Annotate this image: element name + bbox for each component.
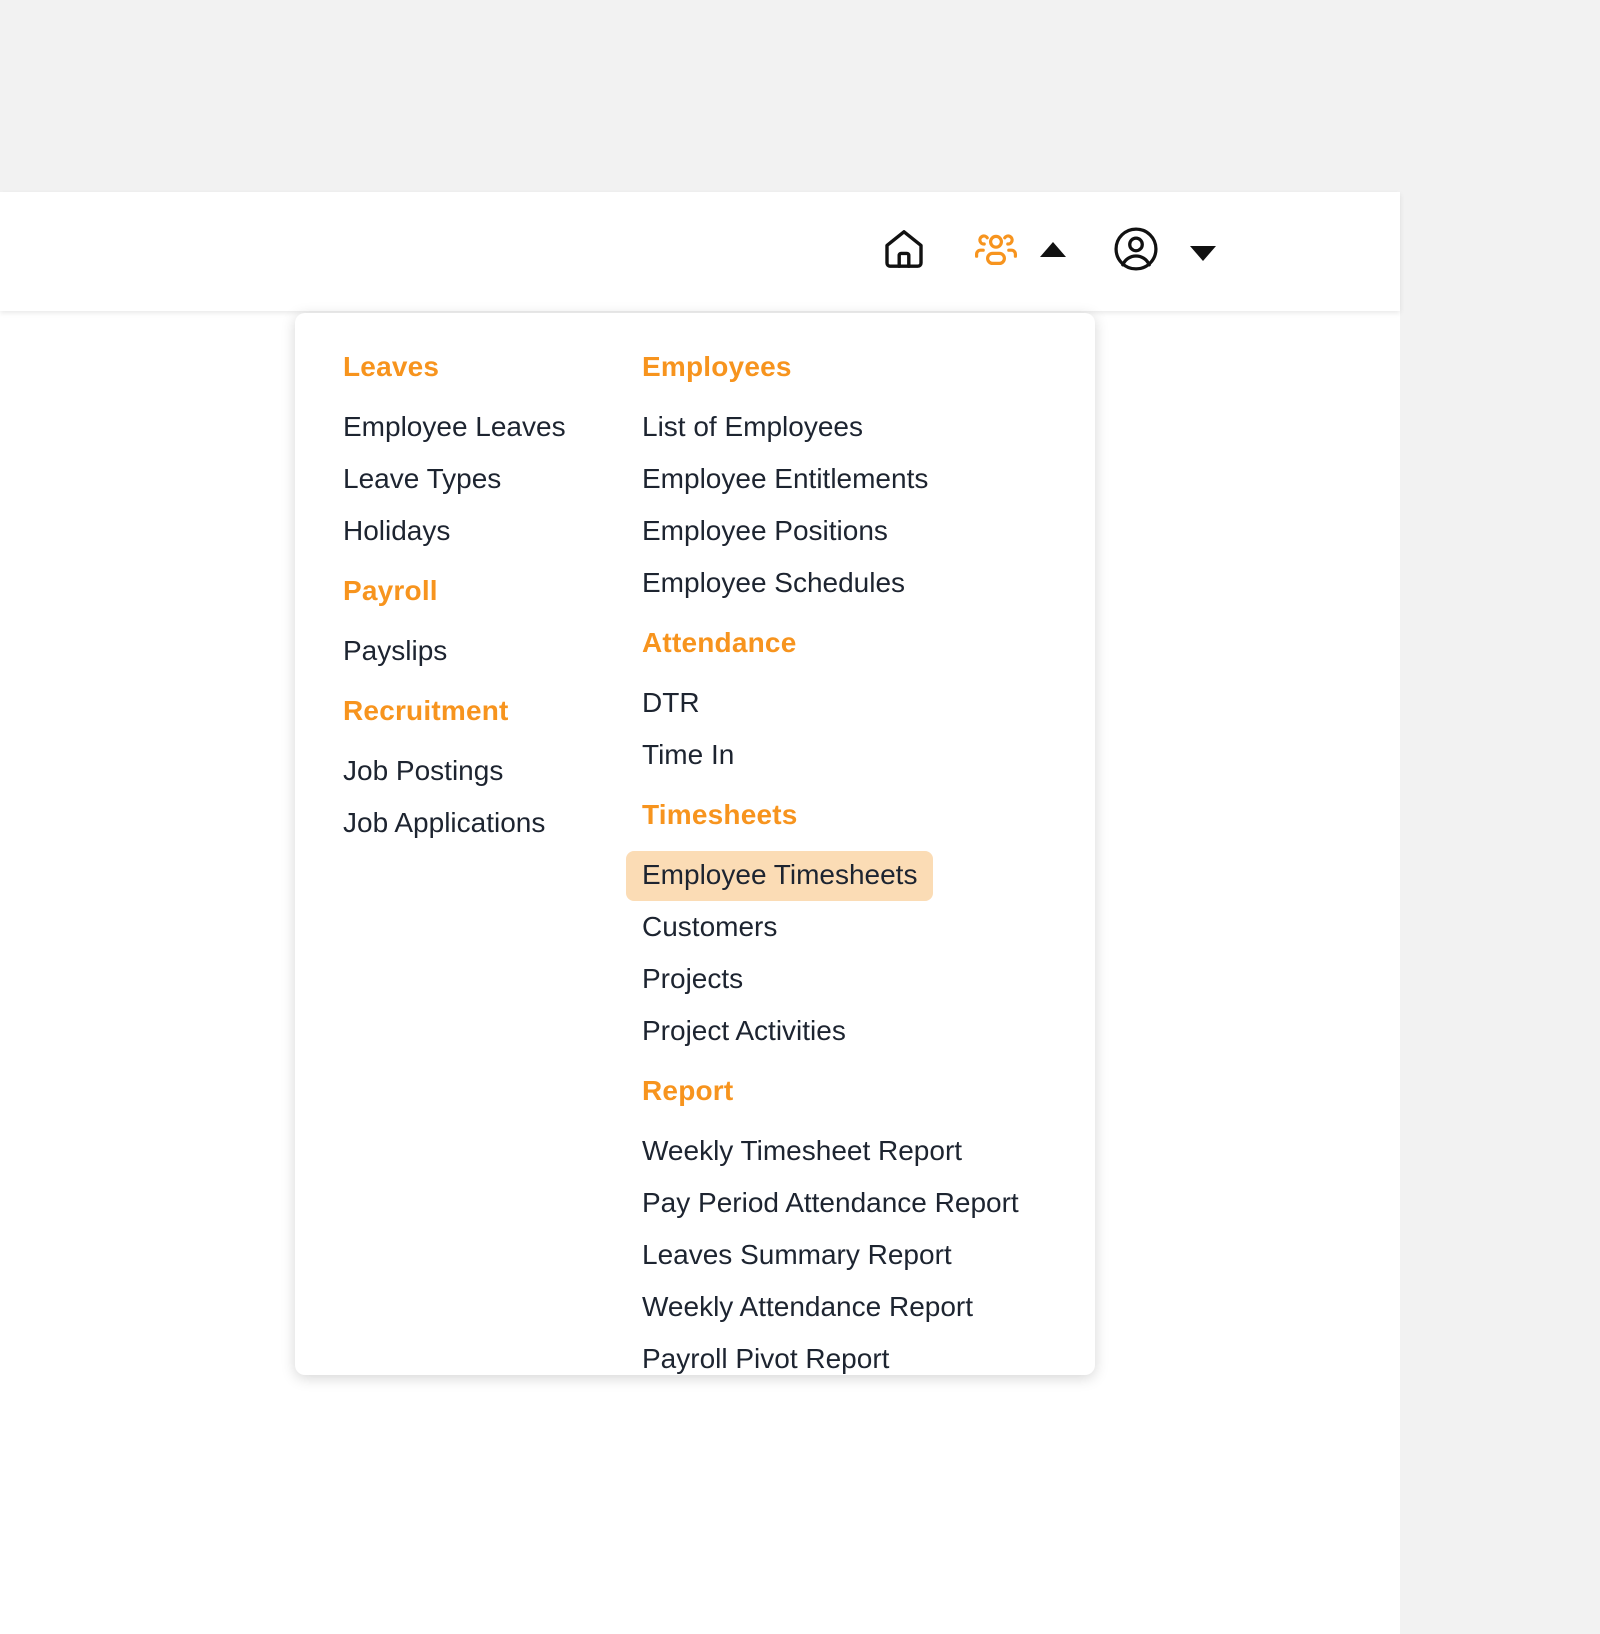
menu-left-column: Leaves Employee Leaves Leave Types Holid… [295,349,595,1375]
menu-item-payslips[interactable]: Payslips [327,627,463,677]
menu-list-timesheets: Employee Timesheets Customers Projects P… [626,851,1095,1057]
menu-list-leaves: Employee Leaves Leave Types Holidays [341,403,595,557]
hr-module-button[interactable] [964,220,1028,284]
menu-group-payroll: Payroll Payslips [341,577,595,677]
caret-up-icon[interactable] [1040,242,1066,257]
menu-item-time-in[interactable]: Time In [626,731,750,781]
menu-item-list-of-employees[interactable]: List of Employees [626,403,879,453]
menu-group-attendance: Attendance DTR Time In [640,629,1095,781]
menu-item-weekly-timesheet-report[interactable]: Weekly Timesheet Report [626,1127,978,1177]
menu-item-employee-schedules[interactable]: Employee Schedules [626,559,921,609]
menu-item-holidays[interactable]: Holidays [327,507,466,557]
menu-item-customers[interactable]: Customers [626,903,793,953]
menu-item-job-postings[interactable]: Job Postings [327,747,519,797]
menu-list-attendance: DTR Time In [640,679,1095,781]
hr-mega-menu-panel: Leaves Employee Leaves Leave Types Holid… [295,313,1095,1375]
menu-list-payroll: Payslips [341,627,595,677]
group-title-employees: Employees [642,351,792,382]
menu-item-pay-period-attendance-report[interactable]: Pay Period Attendance Report [626,1179,1035,1229]
caret-down-icon[interactable] [1190,246,1216,261]
menu-list-recruitment: Job Postings Job Applications [341,747,595,849]
menu-group-leaves: Leaves Employee Leaves Leave Types Holid… [341,353,595,557]
menu-group-timesheets: Timesheets Employee Timesheets Customers… [626,799,1095,1057]
menu-item-employee-entitlements[interactable]: Employee Entitlements [626,455,944,505]
group-title-report: Report [642,1075,734,1106]
menu-item-employee-positions[interactable]: Employee Positions [626,507,904,557]
menu-item-project-activities[interactable]: Project Activities [626,1007,862,1057]
home-button[interactable] [872,220,936,284]
group-title-timesheets: Timesheets [642,799,798,830]
group-title-payroll: Payroll [343,575,438,606]
menu-item-job-applications[interactable]: Job Applications [327,799,561,849]
group-title-recruitment: Recruitment [343,695,509,726]
menu-group-report: Report Weekly Timesheet Report Pay Perio… [640,1077,1095,1385]
menu-item-employee-leaves[interactable]: Employee Leaves [327,403,582,453]
user-account-icon [1110,223,1162,280]
menu-list-report: Weekly Timesheet Report Pay Period Atten… [640,1127,1095,1385]
menu-item-leave-types[interactable]: Leave Types [327,455,517,505]
group-title-leaves: Leaves [343,351,440,382]
group-title-attendance: Attendance [642,627,797,658]
people-icon [972,225,1020,278]
menu-item-payroll-pivot-report[interactable]: Payroll Pivot Report [626,1335,905,1385]
menu-item-leaves-summary-report[interactable]: Leaves Summary Report [626,1231,968,1281]
menu-item-employee-timesheets[interactable]: Employee Timesheets [626,851,934,901]
menu-item-weekly-attendance-report[interactable]: Weekly Attendance Report [626,1283,989,1333]
menu-item-projects[interactable]: Projects [626,955,759,1005]
topbar-actions [872,220,1216,284]
menu-list-employees: List of Employees Employee Entitlements … [640,403,1095,609]
home-icon [880,225,928,278]
account-button[interactable] [1104,220,1168,284]
top-navigation-bar [0,192,1400,311]
menu-group-employees: Employees List of Employees Employee Ent… [640,353,1095,609]
menu-group-recruitment: Recruitment Job Postings Job Application… [341,697,595,849]
menu-right-column: Employees List of Employees Employee Ent… [595,349,1095,1375]
menu-item-dtr[interactable]: DTR [626,679,716,729]
